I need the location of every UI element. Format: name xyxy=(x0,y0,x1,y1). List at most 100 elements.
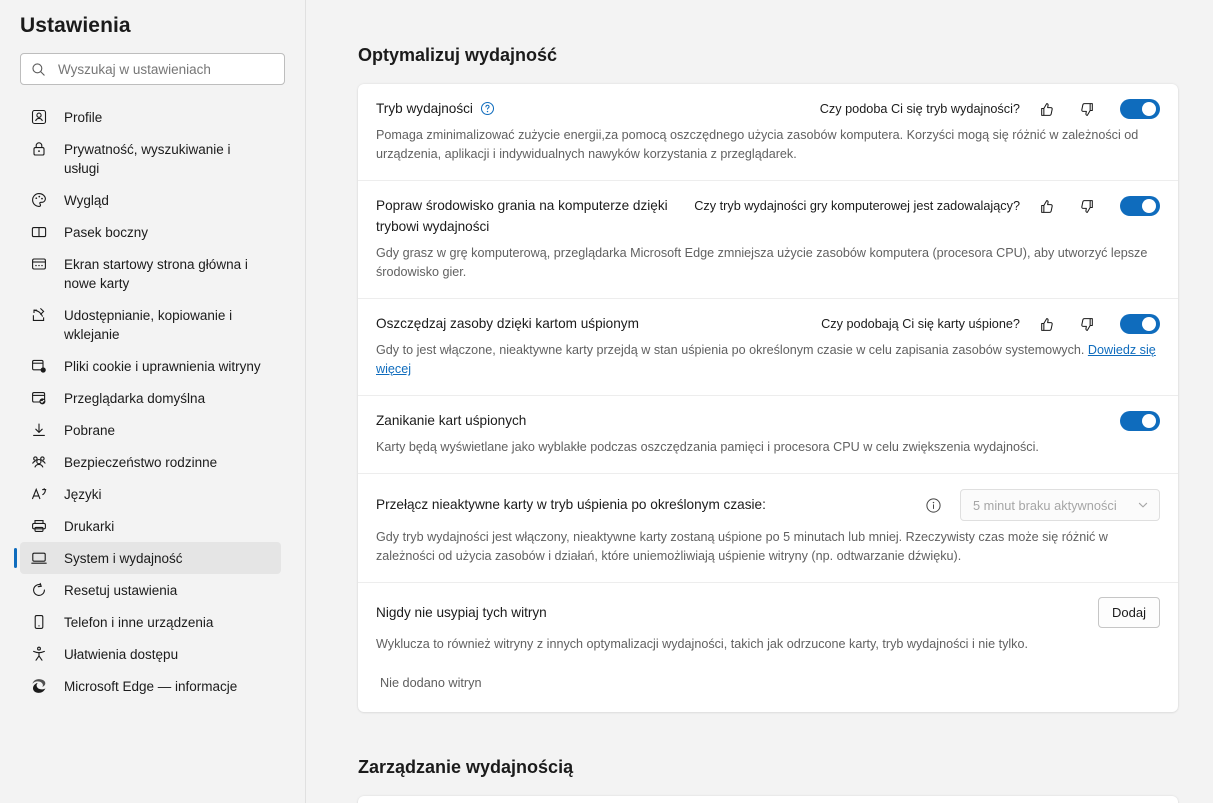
section-title-optimize: Optymalizuj wydajność xyxy=(358,45,1178,66)
setting-description: Wyklucza to również witryny z innych opt… xyxy=(376,635,1160,654)
setting-title: Oszczędzaj zasoby dzięki kartom uśpionym xyxy=(376,313,639,334)
palette-icon xyxy=(30,191,48,209)
toggle-knob xyxy=(1142,102,1156,116)
download-icon xyxy=(30,421,48,439)
sidebar-item-downloads[interactable]: Pobrane xyxy=(20,414,281,446)
setting-description: Gdy grasz w grę komputerową, przeglądark… xyxy=(376,244,1160,282)
info-circle-icon[interactable] xyxy=(925,497,942,514)
setting-row-sleeping-tabs: Oszczędzaj zasoby dzięki kartom uśpionym… xyxy=(358,299,1178,396)
sidebar-item-label: Pasek boczny xyxy=(64,222,148,242)
printer-icon xyxy=(30,517,48,535)
edge-logo-icon xyxy=(30,677,48,695)
section-title-manage: Zarządzanie wydajnością xyxy=(358,757,1178,778)
help-circle-icon[interactable] xyxy=(480,101,495,116)
setting-label: Tryb wydajności xyxy=(376,98,473,119)
toggle-knob xyxy=(1142,199,1156,213)
sidebar-item-label: Przeglądarka domyślna xyxy=(64,388,205,408)
inactive-timer-dropdown[interactable]: 5 minut braku aktywności xyxy=(960,489,1160,521)
setting-description: Gdy to jest włączone, nieaktywne karty p… xyxy=(376,341,1160,379)
fade-tabs-toggle[interactable] xyxy=(1120,411,1160,431)
sidebar-item-start-home-newtabs[interactable]: Ekran startowy strona główna i nowe kart… xyxy=(20,248,281,299)
phone-icon xyxy=(30,613,48,631)
setting-controls: 5 minut braku aktywności xyxy=(925,489,1160,521)
sidebar-item-label: Microsoft Edge — informacje xyxy=(64,676,237,696)
setting-row-inactive-timer: Przełącz nieaktywne karty w tryb uśpieni… xyxy=(358,474,1178,583)
sidebar-item-label: Drukarki xyxy=(64,516,114,536)
thumbs-down-icon[interactable] xyxy=(1079,101,1096,118)
sidebar-item-label: Wygląd xyxy=(64,190,109,210)
manage-performance-card: Wykrywacz wydajności Czy jesteś zadowolo… xyxy=(358,796,1178,803)
thumbs-up-icon[interactable] xyxy=(1038,198,1055,215)
reset-icon xyxy=(30,581,48,599)
sidebar-item-system-performance[interactable]: System i wydajność xyxy=(20,542,281,574)
add-site-button[interactable]: Dodaj xyxy=(1098,597,1160,628)
sidebar-item-default-browser[interactable]: Przeglądarka domyślna xyxy=(20,382,281,414)
setting-title: Nigdy nie usypiaj tych witryn xyxy=(376,602,547,623)
sidebar-item-profile[interactable]: Profile xyxy=(20,101,281,133)
sidebar: Ustawienia Profile xyxy=(0,0,306,803)
dropdown-value: 5 minut braku aktywności xyxy=(973,498,1117,513)
setting-description: Karty będą wyświetlane jako wyblakłe pod… xyxy=(376,438,1160,457)
sidebar-item-reset-settings[interactable]: Resetuj ustawienia xyxy=(20,574,281,606)
lock-icon xyxy=(30,140,48,158)
setting-row-performance-detector: Wykrywacz wydajności Czy jesteś zadowolo… xyxy=(358,796,1178,803)
family-icon xyxy=(30,453,48,471)
setting-description: Gdy tryb wydajności jest włączony, nieak… xyxy=(376,528,1160,566)
setting-controls: Czy tryb wydajności gry komputerowej jes… xyxy=(694,196,1160,216)
setting-row-fade-sleeping-tabs: Zanikanie kart uśpionych Karty będą wyśw… xyxy=(358,396,1178,474)
toggle-knob xyxy=(1142,317,1156,331)
sidebar-item-label: Udostępnianie, kopiowanie i wklejanie xyxy=(64,305,265,344)
sidebar-item-label: Ekran startowy strona główna i nowe kart… xyxy=(64,254,265,293)
page-title: Ustawienia xyxy=(0,0,305,38)
setting-label: Oszczędzaj zasoby dzięki kartom uśpionym xyxy=(376,313,639,334)
thumbs-down-icon[interactable] xyxy=(1079,316,1096,333)
search-box[interactable] xyxy=(20,53,285,85)
setting-title: Popraw środowisko grania na komputerze d… xyxy=(376,195,680,237)
chevron-down-icon xyxy=(1137,499,1149,511)
thumbs-up-icon[interactable] xyxy=(1038,316,1055,333)
sidebar-item-label: Prywatność, wyszukiwanie i usługi xyxy=(64,139,265,178)
sidebar-item-appearance[interactable]: Wygląd xyxy=(20,184,281,216)
gaming-performance-toggle[interactable] xyxy=(1120,196,1160,216)
sidebar-item-cookies-permissions[interactable]: Pliki cookie i uprawnienia witryny xyxy=(20,350,281,382)
thumbs-up-icon[interactable] xyxy=(1038,101,1055,118)
feedback-question: Czy tryb wydajności gry komputerowej jes… xyxy=(694,196,1020,216)
thumbs-down-icon[interactable] xyxy=(1079,198,1096,215)
setting-label: Zanikanie kart uśpionych xyxy=(376,410,526,431)
sidebar-item-share-copy-paste[interactable]: Udostępnianie, kopiowanie i wklejanie xyxy=(20,299,281,350)
sidebar-item-sidebar[interactable]: Pasek boczny xyxy=(20,216,281,248)
sidebar-item-languages[interactable]: Języki xyxy=(20,478,281,510)
optimize-performance-card: Tryb wydajności Czy podoba Ci się tryb w… xyxy=(358,84,1178,712)
accessibility-icon xyxy=(30,645,48,663)
feedback-question: Czy podoba Ci się tryb wydajności? xyxy=(820,99,1020,119)
setting-label: Nigdy nie usypiaj tych witryn xyxy=(376,602,547,623)
setting-description: Pomaga zminimalizować zużycie energii,za… xyxy=(376,126,1160,164)
default-browser-icon xyxy=(30,389,48,407)
setting-label: Przełącz nieaktywne karty w tryb uśpieni… xyxy=(376,494,766,515)
sidebar-item-label: Pliki cookie i uprawnienia witryny xyxy=(64,356,261,376)
sidebar-item-printers[interactable]: Drukarki xyxy=(20,510,281,542)
setting-title: Przełącz nieaktywne karty w tryb uśpieni… xyxy=(376,494,766,515)
sidebar-item-privacy[interactable]: Prywatność, wyszukiwanie i usługi xyxy=(20,133,281,184)
sidebar-item-label: Bezpieczeństwo rodzinne xyxy=(64,452,217,472)
setting-controls xyxy=(1120,411,1160,431)
sidebar-item-accessibility[interactable]: Ułatwienia dostępu xyxy=(20,638,281,670)
sleeping-tabs-toggle[interactable] xyxy=(1120,314,1160,334)
performance-mode-toggle[interactable] xyxy=(1120,99,1160,119)
search-icon xyxy=(31,62,46,77)
setting-title: Zanikanie kart uśpionych xyxy=(376,410,526,431)
setting-row-performance-mode: Tryb wydajności Czy podoba Ci się tryb w… xyxy=(358,84,1178,181)
search-input[interactable] xyxy=(58,62,274,77)
profile-icon xyxy=(30,108,48,126)
share-icon xyxy=(30,306,48,324)
sidebar-item-label: Profile xyxy=(64,107,102,127)
sidebar-item-label: System i wydajność xyxy=(64,548,183,568)
sidebar-item-label: Resetuj ustawienia xyxy=(64,580,177,600)
sidebar-item-family-safety[interactable]: Bezpieczeństwo rodzinne xyxy=(20,446,281,478)
setting-controls: Czy podoba Ci się tryb wydajności? xyxy=(820,99,1160,119)
settings-page: Ustawienia Profile xyxy=(0,0,1213,803)
setting-controls: Czy podobają Ci się karty uśpione? xyxy=(821,314,1160,334)
setting-row-never-sleep-sites: Nigdy nie usypiaj tych witryn Dodaj Wykl… xyxy=(358,583,1178,712)
sidebar-item-phone-devices[interactable]: Telefon i inne urządzenia xyxy=(20,606,281,638)
sidebar-item-about-edge[interactable]: Microsoft Edge — informacje xyxy=(20,670,281,702)
